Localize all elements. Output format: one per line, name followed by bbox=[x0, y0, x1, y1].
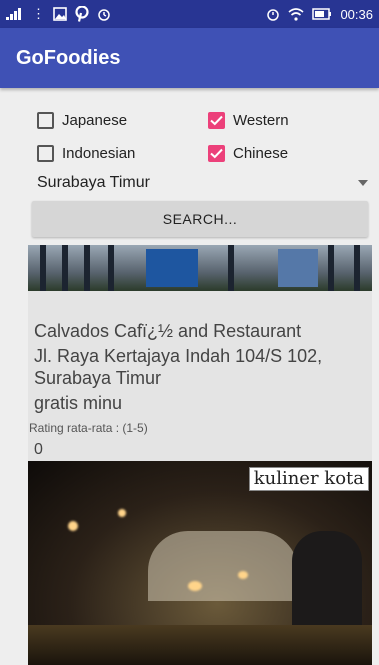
location-spinner-value: Surabaya Timur bbox=[37, 174, 150, 191]
checkbox-western[interactable]: Western bbox=[208, 112, 289, 129]
alarm-icon bbox=[97, 7, 111, 21]
checkbox-label-japanese: Japanese bbox=[62, 112, 128, 129]
more-vertical-icon: ⋮ bbox=[32, 6, 45, 21]
rating-label: Rating rata-rata : (1-5) bbox=[29, 421, 148, 435]
checkbox-japanese[interactable]: Japanese bbox=[37, 112, 127, 129]
alarm-clock-icon bbox=[266, 7, 280, 21]
checkbox-label-western: Western bbox=[233, 112, 289, 129]
signal-icon bbox=[6, 8, 24, 20]
wifi-icon bbox=[288, 7, 304, 21]
restaurant-photo-top bbox=[28, 245, 372, 291]
checkbox-unchecked-icon[interactable] bbox=[37, 145, 54, 162]
search-button[interactable]: SEARCH... bbox=[32, 201, 368, 237]
restaurant-card[interactable]: Calvados Cafï¿½ and Restaurant Jl. Raya … bbox=[28, 245, 372, 665]
app-bar: GoFoodies bbox=[0, 28, 379, 88]
rating-value: 0 bbox=[34, 441, 43, 458]
photo-watermark: kuliner kota bbox=[248, 467, 369, 491]
restaurant-address: Jl. Raya Kertajaya Indah 104/S 102, Sura… bbox=[34, 346, 323, 388]
checkbox-label-indonesian: Indonesian bbox=[62, 145, 136, 162]
status-right-icons: 00:36 bbox=[266, 7, 373, 22]
checkbox-checked-icon[interactable] bbox=[208, 112, 225, 129]
main-content: Japanese Western Indonesian Chinese Sura… bbox=[0, 88, 379, 665]
image-icon bbox=[53, 7, 67, 21]
status-bar: ⋮ 00:36 bbox=[0, 0, 379, 28]
restaurant-description: gratis minu bbox=[34, 393, 123, 413]
status-left-icons: ⋮ bbox=[6, 6, 111, 22]
checkbox-indonesian[interactable]: Indonesian bbox=[37, 145, 135, 162]
checkbox-unchecked-icon[interactable] bbox=[37, 112, 54, 129]
battery-icon bbox=[312, 8, 332, 20]
checkbox-label-chinese: Chinese bbox=[233, 145, 289, 162]
dropdown-arrow-icon bbox=[358, 180, 368, 186]
checkbox-checked-icon[interactable] bbox=[208, 145, 225, 162]
checkbox-chinese[interactable]: Chinese bbox=[208, 145, 288, 162]
restaurant-photo: kuliner kota bbox=[28, 461, 372, 665]
restaurant-name: Calvados Cafï¿½ and Restaurant bbox=[34, 321, 302, 341]
location-spinner[interactable]: Surabaya Timur bbox=[37, 172, 372, 194]
status-clock: 00:36 bbox=[340, 6, 373, 22]
app-title: GoFoodies bbox=[16, 46, 121, 69]
pinterest-icon bbox=[75, 6, 89, 22]
